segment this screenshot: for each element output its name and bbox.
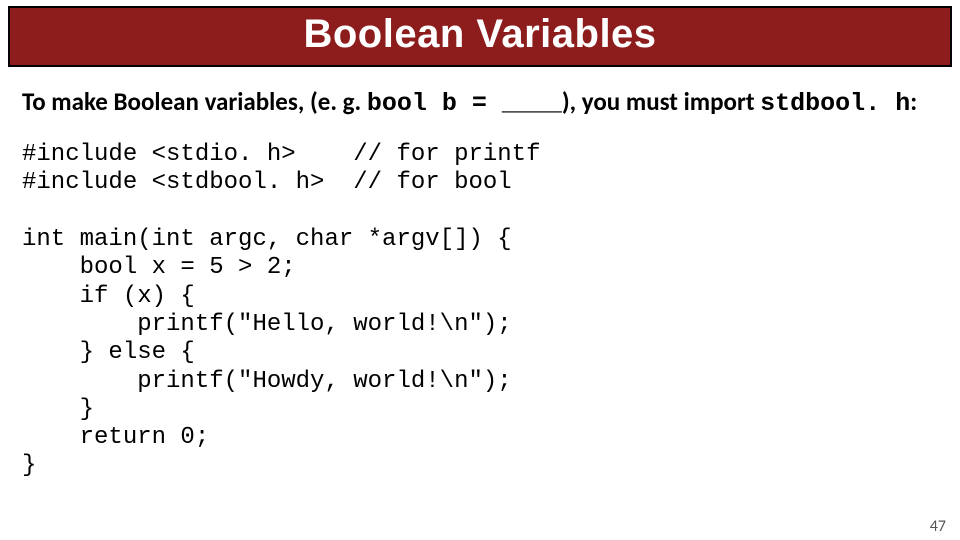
intro-code-2: stdbool. h [760, 89, 910, 118]
slide: Boolean Variables To make Boolean variab… [0, 6, 960, 540]
slide-title: Boolean Variables [10, 12, 950, 57]
slide-body: To make Boolean variables, (e. g. bool b… [0, 67, 960, 481]
page-number: 47 [930, 517, 946, 536]
intro-text: To make Boolean variables, (e. g. bool b… [22, 87, 938, 119]
intro-code-1: bool b = ____ [367, 89, 562, 118]
intro-after: : [910, 86, 917, 117]
intro-before: To make Boolean variables, (e. g. [22, 86, 367, 117]
code-block: #include <stdio. h> // for printf #inclu… [22, 141, 938, 481]
title-band: Boolean Variables [8, 6, 952, 67]
intro-mid: ), you must import [562, 86, 760, 117]
